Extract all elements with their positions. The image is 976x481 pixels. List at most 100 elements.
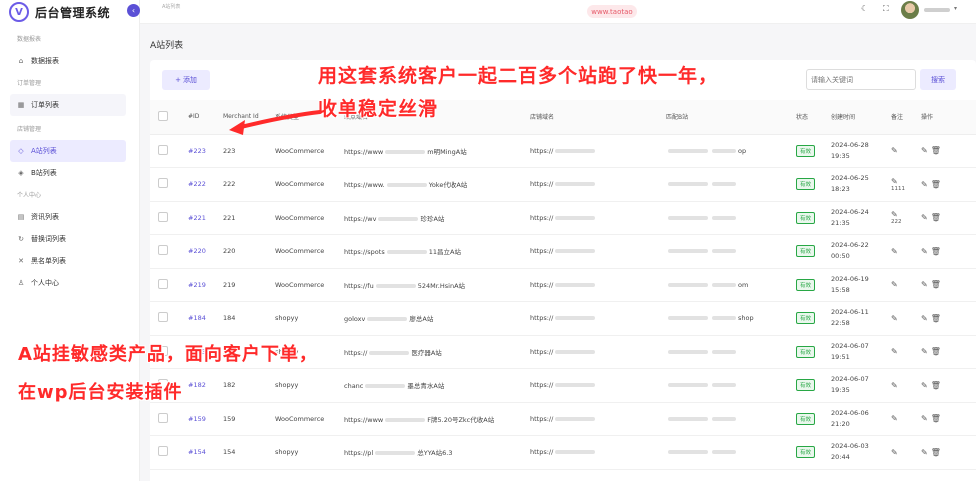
delete-icon[interactable]: 🗑	[931, 180, 941, 189]
column-header[interactable]: 状态	[788, 100, 823, 135]
merchant-id: 154	[215, 435, 267, 470]
row-checkbox[interactable]	[158, 312, 168, 323]
search-input[interactable]	[806, 69, 916, 90]
redacted-text	[712, 349, 736, 354]
column-header[interactable]: 匹配B站	[658, 100, 788, 135]
news-icon: ▤	[17, 213, 25, 221]
page-title: A站列表	[150, 41, 184, 51]
store-icon: ◇	[18, 147, 24, 155]
row-checkbox[interactable]	[158, 245, 168, 256]
column-header[interactable]: 备注	[883, 100, 913, 135]
redacted-text	[668, 349, 708, 354]
edit-icon[interactable]: ✎	[921, 448, 928, 457]
delete-icon[interactable]: 🗑	[931, 247, 941, 256]
column-header[interactable]: #ID	[180, 100, 215, 135]
note-cell: ✎	[883, 402, 913, 436]
row-id-link[interactable]: #154	[188, 448, 206, 456]
row-checkbox[interactable]	[158, 412, 168, 423]
row-id-link[interactable]: #159	[188, 415, 206, 423]
shop-domain: https://	[522, 435, 658, 470]
row-id-link[interactable]: #221	[188, 214, 206, 222]
sidebar-item-orders[interactable]: ▦ 订单列表	[10, 94, 126, 116]
sidebar-item-b-sites[interactable]: ◈ B站列表	[10, 162, 126, 184]
row-checkbox[interactable]	[158, 144, 168, 155]
table-row: #182 182 shopyy chanc 墨总青水A站 https:// 有效 2024-0…	[150, 368, 976, 403]
sidebar-item-blacklist[interactable]: ✕ 黑名单列表	[10, 250, 126, 272]
row-id-link[interactable]: #223	[188, 147, 206, 155]
edit-note-icon[interactable]: ✎	[891, 347, 898, 356]
delete-icon[interactable]: 🗑	[931, 146, 941, 155]
shop-domain: https://	[522, 134, 658, 168]
row-id-link[interactable]: #222	[188, 180, 206, 188]
select-all-checkbox[interactable]	[158, 110, 168, 121]
matched-b-site	[658, 234, 788, 269]
row-checkbox[interactable]	[158, 211, 168, 222]
sidebar-collapse-button[interactable]: ‹	[127, 4, 140, 17]
delete-icon[interactable]: 🗑	[931, 347, 941, 356]
edit-icon[interactable]: ✎	[921, 280, 928, 289]
actions-cell: ✎ 🗑	[913, 335, 976, 369]
edit-icon[interactable]: ✎	[921, 213, 928, 222]
fullscreen-icon[interactable]: ⛶	[883, 4, 889, 14]
edit-note-icon[interactable]: ✎	[891, 146, 898, 155]
row-checkbox[interactable]	[158, 446, 168, 457]
chevron-down-icon[interactable]: ▾	[954, 5, 957, 12]
row-id-link[interactable]: #184	[188, 314, 206, 322]
edit-note-icon[interactable]: ✎	[891, 448, 898, 457]
row-id-link[interactable]: #219	[188, 281, 206, 289]
redacted-text	[668, 148, 708, 153]
row-id-link[interactable]: #220	[188, 247, 206, 255]
sidebar-item-replace-words[interactable]: ↻ 替换词列表	[10, 228, 126, 250]
status-badge: 有效	[796, 211, 816, 224]
sidebar-item-profile[interactable]: ♙ 个人中心	[10, 272, 126, 294]
site-domain: goloxv 廖总A站	[336, 301, 522, 336]
search-button[interactable]: 搜索	[920, 69, 956, 90]
delete-icon[interactable]: 🗑	[931, 414, 941, 423]
edit-icon[interactable]: ✎	[921, 414, 928, 423]
note-cell: ✎ 1111	[883, 167, 913, 202]
annotation-top-line2: 收单稳定丝滑	[318, 98, 439, 120]
add-button[interactable]: + 添加	[162, 70, 210, 90]
redacted-text	[386, 183, 427, 188]
edit-note-icon[interactable]: ✎	[891, 381, 898, 390]
delete-icon[interactable]: 🗑	[931, 280, 941, 289]
edit-icon[interactable]: ✎	[921, 247, 928, 256]
row-checkbox[interactable]	[158, 278, 168, 289]
edit-icon[interactable]: ✎	[921, 314, 928, 323]
sidebar-item-reports[interactable]: ⌂ 数据报表	[10, 50, 126, 72]
redacted-text	[668, 316, 708, 321]
edit-icon[interactable]: ✎	[921, 180, 928, 189]
sidebar-item-news[interactable]: ▤ 资讯列表	[10, 206, 126, 228]
delete-icon[interactable]: 🗑	[931, 448, 941, 457]
column-header[interactable]: 创建时间	[823, 100, 883, 135]
row-id-link[interactable]: #182	[188, 381, 206, 389]
matched-b-site	[658, 335, 788, 369]
delete-icon[interactable]: 🗑	[931, 213, 941, 222]
avatar[interactable]	[901, 1, 919, 19]
created-time: 2024-06-07 19:35	[823, 368, 883, 403]
row-checkbox[interactable]	[158, 178, 168, 189]
edit-note-icon[interactable]: ✎	[891, 314, 898, 323]
edit-note-icon[interactable]: ✎	[891, 210, 898, 219]
annotation-bottom-line1: A站挂敏感类产品，面向客户下单，	[18, 344, 318, 365]
delete-icon[interactable]: 🗑	[931, 381, 941, 390]
replace-icon: ↻	[18, 235, 24, 243]
sidebar-item-a-sites[interactable]: ◇ A站列表	[10, 140, 126, 162]
status-badge: 有效	[796, 446, 816, 459]
edit-icon[interactable]: ✎	[921, 381, 928, 390]
column-header[interactable]: 操作	[913, 100, 976, 135]
edit-note-icon[interactable]: ✎	[891, 247, 898, 256]
edit-icon[interactable]: ✎	[921, 347, 928, 356]
edit-icon[interactable]: ✎	[921, 146, 928, 155]
system-type: WooCommerce	[267, 402, 336, 436]
note-cell: ✎	[883, 301, 913, 336]
shop-domain: https://	[522, 402, 658, 436]
edit-note-icon[interactable]: ✎	[891, 280, 898, 289]
column-header[interactable]: 店铺域名	[522, 100, 658, 135]
dark-mode-icon[interactable]: ☾	[861, 4, 868, 13]
chart-icon: ⌂	[18, 57, 24, 65]
edit-note-icon[interactable]: ✎	[891, 177, 898, 186]
delete-icon[interactable]: 🗑	[931, 314, 941, 323]
matched-b-site: op	[658, 134, 788, 168]
edit-note-icon[interactable]: ✎	[891, 414, 898, 423]
